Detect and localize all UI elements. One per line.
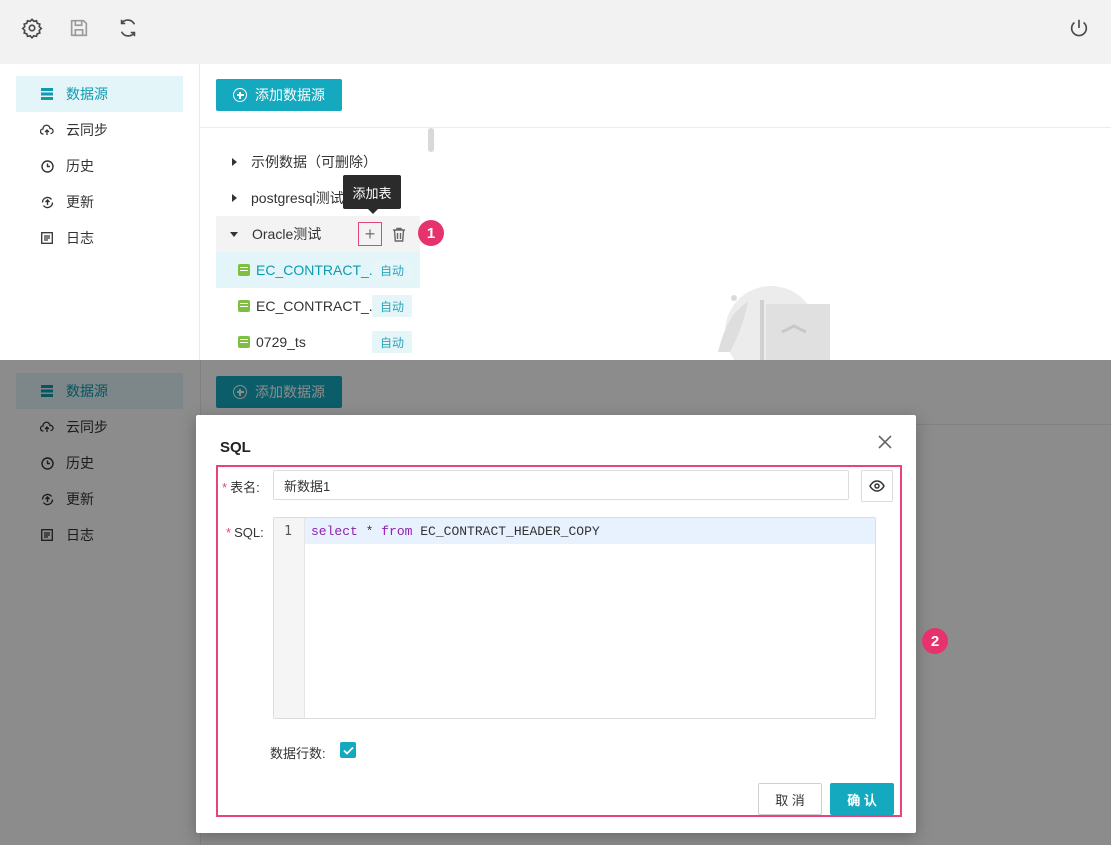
sql-label-text: SQL: (234, 525, 264, 540)
node-actions: + (358, 222, 410, 246)
history-clock-icon (40, 159, 54, 173)
required-mark: * (222, 480, 228, 495)
tree-node-label: postgresql测试 (251, 190, 344, 206)
trash-icon[interactable] (388, 223, 410, 245)
auto-tag: 自动 (372, 331, 412, 353)
required-mark: * (226, 525, 232, 540)
sql-table-name: EC_CONTRACT_HEADER_COPY (412, 524, 600, 539)
table-name: EC_CONTRACT_... (256, 298, 372, 314)
sql-keyword: select (311, 524, 358, 539)
bottom-panel: 数据源 云同步 历史 更新 日志 添加数据源 SQL * 表名: 新数据1 * … (0, 360, 1111, 845)
sql-star: * (357, 524, 382, 539)
table-row[interactable]: EC_CONTRACT_... 自动 (216, 252, 420, 288)
sidebar-item-label: 更新 (66, 194, 94, 210)
update-icon (40, 195, 54, 209)
table-name: 0729_ts (256, 334, 306, 350)
top-toolbar (0, 0, 1111, 64)
sql-keyword: from (381, 524, 413, 539)
cancel-button[interactable]: 取 消 (758, 783, 822, 815)
sidebar-item-cloud-sync[interactable]: 云同步 (16, 112, 183, 148)
refresh-icon[interactable] (116, 16, 140, 40)
sql-form: *表名: *SQL: 1 select * from EC_CONTRACT_H… (216, 465, 902, 817)
sidebar-item-history[interactable]: 历史 (16, 148, 183, 184)
save-icon[interactable] (67, 16, 91, 40)
tree-node-oracle[interactable]: Oracle测试 + (216, 216, 420, 252)
auto-tag: 自动 (372, 295, 412, 317)
auto-tag: 自动 (372, 259, 412, 281)
datasource-icon (40, 87, 54, 101)
table-icon (238, 336, 250, 348)
top-panel: 数据源 云同步 历史 更新 日志 添加数据源 示例数据（可删除） postgre… (0, 0, 1111, 360)
table-row[interactable]: EC_CONTRACT_... 自动 (216, 288, 420, 324)
preview-button[interactable] (861, 470, 893, 502)
add-circle-icon (233, 88, 247, 102)
table-row[interactable]: 0729_ts 自动 (216, 324, 420, 360)
settings-icon[interactable] (20, 16, 44, 40)
sql-code-text: select * from EC_CONTRACT_HEADER_COPY (311, 524, 600, 539)
power-icon[interactable] (1067, 16, 1091, 40)
add-datasource-label: 添加数据源 (255, 87, 325, 103)
step-marker-2: 2 (922, 628, 948, 654)
tree-node-label: Oracle测试 (252, 226, 322, 242)
table-name-label-text: 表名: (230, 480, 260, 495)
caret-right-icon[interactable] (232, 194, 237, 202)
sidebar-item-label: 历史 (66, 158, 94, 174)
sidebar-item-datasource[interactable]: 数据源 (16, 76, 183, 112)
eye-icon (869, 480, 885, 492)
caret-right-icon[interactable] (232, 158, 237, 166)
sql-code-editor[interactable]: 1 select * from EC_CONTRACT_HEADER_COPY (273, 517, 876, 719)
table-name: EC_CONTRACT_... (256, 262, 372, 278)
add-datasource-button[interactable]: 添加数据源 (216, 79, 342, 111)
content-toolbar: 添加数据源 (200, 64, 1111, 128)
add-table-tooltip: 添加表 (343, 175, 401, 214)
cloud-sync-icon (40, 123, 54, 137)
step-marker-1: 1 (418, 220, 444, 246)
table-name-label: * 表名: (222, 477, 260, 496)
tree-node-label: 示例数据（可删除） (251, 154, 377, 170)
sidebar: 数据源 云同步 历史 更新 日志 (0, 64, 200, 360)
add-table-button[interactable]: + (358, 222, 382, 246)
sidebar-item-log[interactable]: 日志 (16, 220, 183, 256)
empty-state-illustration (718, 286, 830, 360)
confirm-button[interactable]: 确 认 (830, 783, 894, 815)
sql-label: * SQL: (226, 525, 264, 540)
sidebar-item-update[interactable]: 更新 (16, 184, 183, 220)
main-content: 添加数据源 示例数据（可删除） postgresql测试 Oracle测试 + (200, 64, 1111, 360)
tree-scrollbar[interactable] (428, 128, 434, 152)
close-icon[interactable] (876, 433, 894, 451)
line-number: 1 (284, 524, 292, 539)
sidebar-item-label: 数据源 (66, 86, 108, 102)
rows-label: 数据行数: (270, 746, 326, 761)
table-icon (238, 264, 250, 276)
sidebar-item-label: 日志 (66, 230, 94, 246)
dialog-title: SQL (220, 439, 251, 456)
check-icon (342, 746, 354, 755)
caret-down-icon[interactable] (230, 231, 238, 237)
editor-gutter (274, 518, 305, 718)
table-icon (238, 300, 250, 312)
table-name-input[interactable] (273, 470, 849, 500)
rows-checkbox[interactable] (340, 742, 356, 758)
sidebar-item-label: 云同步 (66, 122, 108, 138)
log-icon (40, 231, 54, 245)
sql-dialog: SQL *表名: *SQL: 1 select * from EC_CONTRA… (196, 415, 916, 833)
